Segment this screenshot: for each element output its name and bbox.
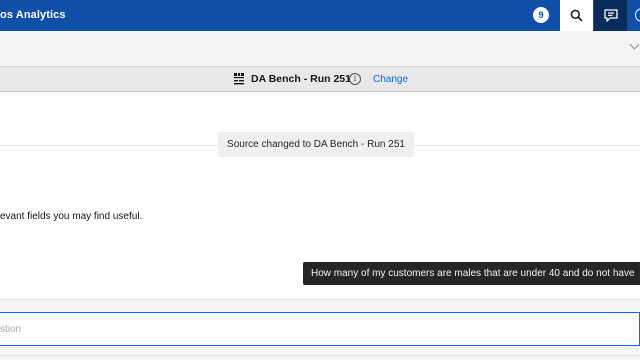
dataset-icon <box>234 73 244 85</box>
source-bar: DA Bench - Run 251 i Change <box>0 66 640 92</box>
question-tooltip: How many of my customers are males that … <box>303 262 640 285</box>
question-input[interactable] <box>0 312 640 346</box>
notification-badge[interactable]: 9 <box>533 7 549 23</box>
chat-button[interactable] <box>594 0 627 31</box>
top-navigation-bar: os Analytics 9 <box>0 0 640 31</box>
chevron-down-icon[interactable] <box>629 39 640 50</box>
secondary-toolbar <box>0 31 640 66</box>
change-source-link[interactable]: Change <box>373 67 408 92</box>
search-button[interactable] <box>560 0 593 31</box>
app-title: os Analytics <box>0 9 66 21</box>
divider <box>0 355 640 356</box>
search-icon <box>570 9 583 22</box>
user-menu-button[interactable] <box>628 0 640 31</box>
source-changed-notification: Source changed to DA Bench - Run 251 <box>218 132 414 157</box>
info-icon[interactable]: i <box>349 73 361 85</box>
assistant-message: evant fields you may find useful. <box>0 211 143 222</box>
source-name: DA Bench - Run 251 <box>251 73 351 85</box>
chat-icon <box>603 9 618 22</box>
user-icon <box>635 8 640 22</box>
